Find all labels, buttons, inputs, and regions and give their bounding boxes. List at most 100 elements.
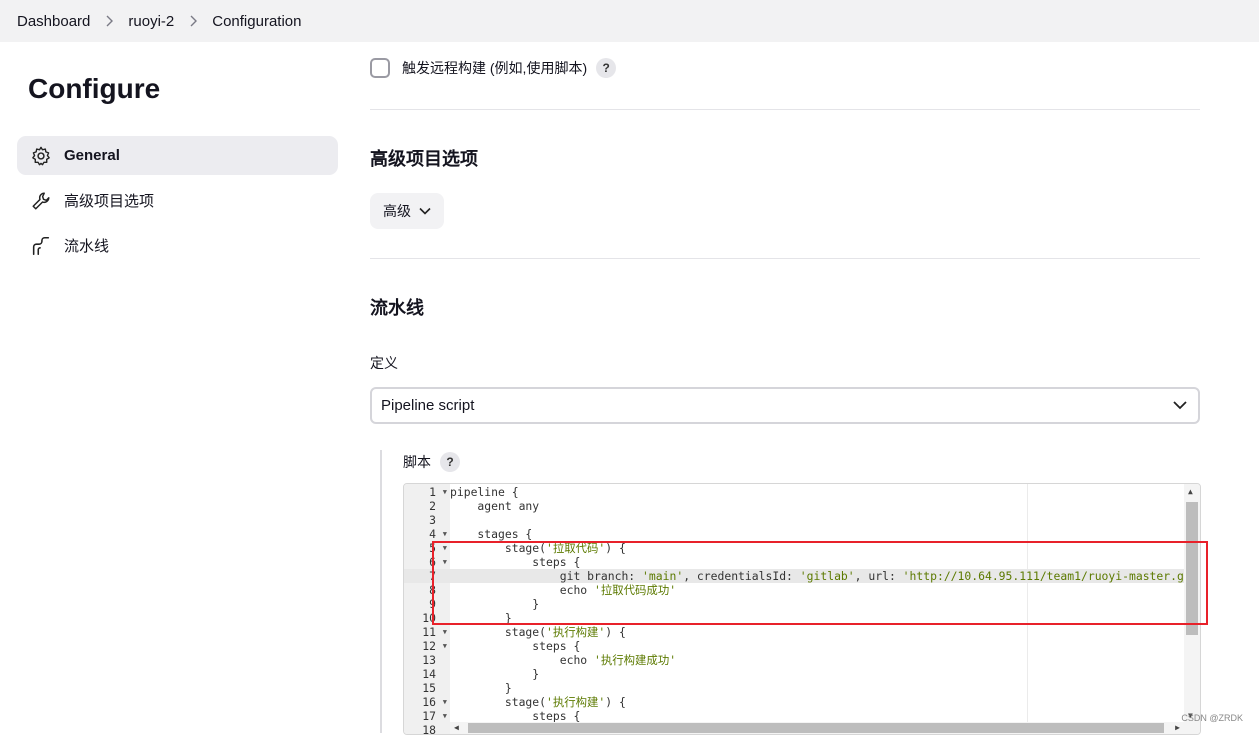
code-token: stages {: [450, 527, 533, 541]
chevron-down-icon: [1172, 397, 1188, 413]
code-token: ) {: [605, 625, 626, 639]
definition-label: 定义: [370, 355, 398, 371]
code-token: }: [450, 681, 512, 695]
section-divider: [370, 258, 1200, 259]
code-token: pipeline {: [450, 485, 519, 499]
line-number: 18: [404, 723, 450, 735]
fold-toggle-icon[interactable]: ▼: [443, 625, 447, 639]
line-number-text: 15: [422, 681, 436, 695]
line-number: 12 ▼: [404, 639, 450, 653]
line-number-text: 13: [422, 653, 436, 667]
sidebar-item-label: 高级项目选项: [64, 193, 155, 210]
sidebar-item-label: General: [64, 147, 120, 164]
pipeline-section-title: 流水线: [370, 298, 424, 318]
sidebar-item-advanced[interactable]: 高级项目选项: [17, 181, 338, 220]
code-line: echo '执行构建成功': [450, 653, 1184, 667]
fold-toggle-icon[interactable]: ▼: [443, 639, 447, 653]
line-number: 14: [404, 667, 450, 681]
scroll-up-icon[interactable]: ▲: [1188, 487, 1193, 496]
chevron-right-icon: [188, 15, 198, 27]
fold-toggle-icon[interactable]: ▼: [443, 527, 447, 541]
chevron-right-icon: [104, 15, 114, 27]
breadcrumb-bar: Dashboard ruoyi-2 Configuration: [0, 0, 1259, 42]
line-number: 17 ▼: [404, 709, 450, 723]
code-line: steps {: [450, 639, 1184, 653]
advanced-button[interactable]: 高级: [370, 193, 444, 229]
line-number-text: 16: [422, 695, 436, 709]
line-number: 4 ▼: [404, 527, 450, 541]
code-string: '执行构建': [546, 625, 606, 639]
section-divider: [370, 109, 1200, 110]
help-icon[interactable]: ?: [440, 452, 460, 472]
sidebar-nav: General 高级项目选项 流水线: [17, 136, 338, 265]
highlight-box: [432, 541, 1208, 625]
breadcrumb-dashboard[interactable]: Dashboard: [17, 13, 90, 30]
line-number: 16 ▼: [404, 695, 450, 709]
scroll-left-icon[interactable]: ◀: [454, 723, 459, 732]
line-number-text: 14: [422, 667, 436, 681]
sidebar-item-pipeline[interactable]: 流水线: [17, 226, 338, 265]
line-number-text: 3: [429, 513, 436, 527]
code-line: steps {: [450, 709, 1184, 723]
main-content: 触发远程构建 (例如,使用脚本) ? 高级项目选项 高级 流水线 定义 Pipe…: [370, 42, 1200, 424]
code-token: echo: [450, 653, 595, 667]
breadcrumb-configuration[interactable]: Configuration: [212, 13, 301, 30]
sidebar-item-label: 流水线: [64, 238, 110, 255]
code-line: }: [450, 681, 1184, 695]
code-token: stage(: [450, 695, 547, 709]
code-line: agent any: [450, 499, 1184, 513]
help-icon[interactable]: ?: [596, 58, 617, 78]
line-number-text: 12: [422, 639, 436, 653]
scroll-right-icon[interactable]: ▶: [1175, 723, 1180, 732]
sidebar-item-general[interactable]: General: [17, 136, 338, 175]
advanced-section-title: 高级项目选项: [370, 149, 478, 169]
fold-toggle-icon[interactable]: ▼: [443, 695, 447, 709]
page-title: Configure: [28, 73, 161, 104]
watermark: CSDN @ZRDK: [1181, 713, 1243, 723]
code-string: '执行构建成功': [594, 653, 677, 667]
code-line: stage('执行构建') {: [450, 695, 1184, 709]
horizontal-scrollbar[interactable]: ◀ ▶: [450, 722, 1184, 734]
wrench-icon: [30, 190, 52, 212]
code-line: stages {: [450, 527, 1184, 541]
chevron-down-icon: [419, 207, 431, 215]
code-token: }: [450, 667, 540, 681]
sidebar: Configure General 高级项目选项 流水线: [17, 42, 338, 265]
gear-icon: [30, 145, 52, 167]
code-line: stage('执行构建') {: [450, 625, 1184, 639]
advanced-button-label: 高级: [383, 203, 411, 219]
line-number: 1 ▼: [404, 485, 450, 499]
pipeline-icon: [30, 235, 52, 257]
code-line: }: [450, 667, 1184, 681]
remote-build-trigger-row: 触发远程构建 (例如,使用脚本) ?: [370, 42, 1200, 94]
line-number-text: 17: [422, 709, 436, 723]
breadcrumb-job[interactable]: ruoyi-2: [128, 13, 174, 30]
line-number-text: 1: [429, 485, 436, 499]
breadcrumb: Dashboard ruoyi-2 Configuration: [17, 13, 301, 30]
fold-toggle-icon[interactable]: ▼: [443, 709, 447, 723]
line-number-text: 18: [422, 723, 436, 735]
line-number: 11 ▼: [404, 625, 450, 639]
line-number-text: 2: [429, 499, 436, 513]
horizontal-scroll-thumb[interactable]: [468, 723, 1164, 733]
code-token: steps {: [450, 639, 581, 653]
definition-select-value: Pipeline script: [381, 397, 475, 414]
code-line: pipeline {: [450, 485, 1184, 499]
definition-select[interactable]: Pipeline script: [370, 387, 1200, 424]
code-string: '执行构建': [546, 695, 606, 709]
line-number-text: 4: [429, 527, 436, 541]
line-number-text: 11: [422, 625, 436, 639]
script-label-row: 脚本 ?: [403, 452, 460, 472]
fold-toggle-icon[interactable]: ▼: [443, 485, 447, 499]
script-label: 脚本: [403, 454, 431, 470]
remote-build-label: 触发远程构建 (例如,使用脚本): [402, 60, 588, 76]
remote-build-checkbox[interactable]: [370, 58, 390, 78]
code-token: ) {: [605, 695, 626, 709]
code-token: agent any: [450, 499, 540, 513]
line-number: 15: [404, 681, 450, 695]
code-token: steps {: [450, 709, 581, 723]
code-token: stage(: [450, 625, 547, 639]
line-number: 2: [404, 499, 450, 513]
line-number: 3: [404, 513, 450, 527]
